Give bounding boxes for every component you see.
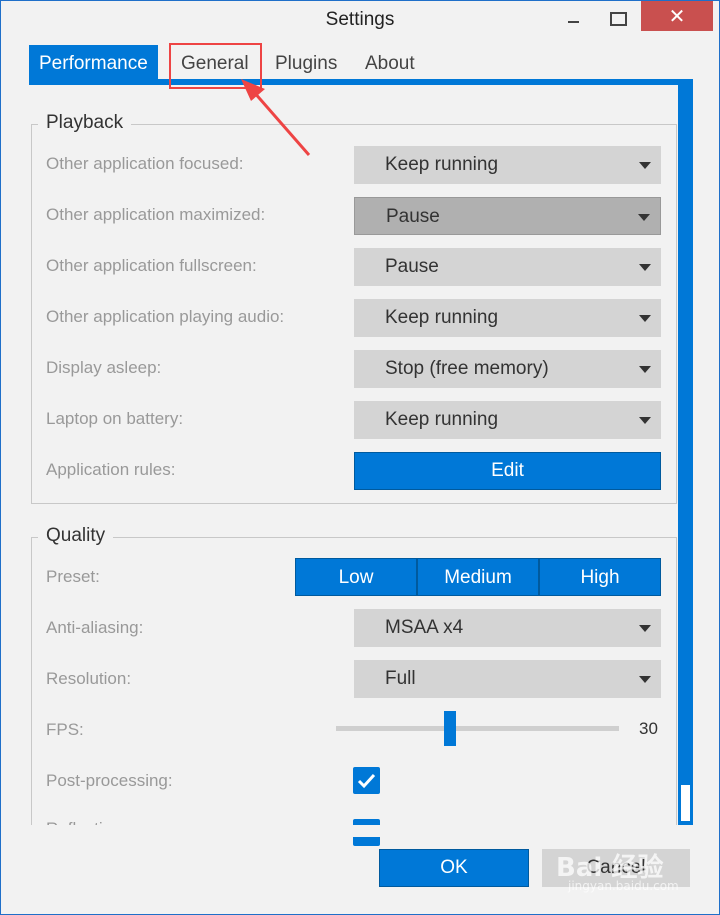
tab-about[interactable]: About — [365, 45, 415, 83]
dropdown-value: Stop (free memory) — [385, 358, 549, 379]
title-bar: Settings ✕ — [1, 1, 719, 39]
minimize-button[interactable] — [554, 1, 594, 31]
dropdown-value: Keep running — [385, 154, 499, 175]
postprocessing-checkbox[interactable] — [353, 767, 380, 794]
scrollbar-thumb[interactable] — [681, 785, 690, 821]
annotation-arrow-icon — [241, 79, 311, 156]
audio-dropdown[interactable]: Keep running — [354, 299, 661, 337]
chevron-down-icon — [639, 676, 651, 683]
close-icon: ✕ — [668, 4, 686, 28]
fullscreen-dropdown[interactable]: Pause — [354, 248, 661, 286]
battery-label: Laptop on battery: — [46, 409, 184, 428]
display-asleep-label: Display asleep: — [46, 358, 162, 377]
fps-value: 30 — [639, 719, 658, 738]
resolution-label: Resolution: — [46, 669, 132, 688]
chevron-down-icon — [639, 315, 651, 322]
maximized-dropdown[interactable]: Pause — [354, 197, 661, 235]
settings-window: Settings ✕ Performance General Plugins A… — [0, 0, 720, 915]
focused-dropdown[interactable]: Keep running — [354, 146, 661, 184]
dropdown-value: Pause — [385, 256, 439, 277]
maximize-icon — [610, 12, 627, 26]
chevron-down-icon — [638, 214, 650, 221]
chevron-down-icon — [639, 417, 651, 424]
fps-slider-track[interactable] — [336, 726, 619, 731]
preset-medium-button[interactable]: Medium — [417, 558, 539, 596]
resolution-dropdown[interactable]: Full — [354, 660, 661, 698]
preset-high-button[interactable]: High — [539, 558, 661, 596]
postprocessing-label: Post-processing: — [46, 771, 173, 790]
dropdown-value: Keep running — [385, 409, 499, 430]
dropdown-value: Keep running — [385, 307, 499, 328]
dropdown-value: Full — [385, 668, 416, 689]
close-button[interactable]: ✕ — [641, 1, 713, 31]
fps-slider-thumb[interactable] — [444, 711, 456, 746]
preset-segmented-control: Low Medium High — [295, 558, 661, 596]
application-rules-label: Application rules: — [46, 460, 176, 479]
edit-rules-button[interactable]: Edit — [354, 452, 661, 490]
fullscreen-label: Other application fullscreen: — [46, 256, 257, 275]
audio-label: Other application playing audio: — [46, 307, 285, 326]
chevron-down-icon — [639, 366, 651, 373]
dropdown-value: MSAA x4 — [385, 617, 464, 638]
minimize-icon — [568, 21, 579, 23]
check-icon — [357, 773, 376, 789]
antialiasing-dropdown[interactable]: MSAA x4 — [354, 609, 661, 647]
battery-dropdown[interactable]: Keep running — [354, 401, 661, 439]
maximized-label: Other application maximized: — [46, 205, 266, 224]
quality-title: Quality — [38, 525, 114, 547]
tab-underline — [29, 79, 693, 85]
chevron-down-icon — [639, 162, 651, 169]
dropdown-value: Pause — [386, 206, 440, 227]
tab-strip: Performance General Plugins About — [29, 45, 720, 83]
watermark-url: jingyan.baidu.com — [568, 879, 679, 893]
focused-label: Other application focused: — [46, 154, 244, 173]
display-asleep-dropdown[interactable]: Stop (free memory) — [354, 350, 661, 388]
viewport-clip — [31, 825, 677, 837]
tab-performance[interactable]: Performance — [29, 45, 158, 83]
vertical-scrollbar[interactable] — [678, 79, 693, 825]
chevron-down-icon — [639, 625, 651, 632]
preset-low-button[interactable]: Low — [295, 558, 417, 596]
playback-title: Playback — [38, 112, 132, 134]
fps-label: FPS: — [46, 720, 84, 739]
antialiasing-label: Anti-aliasing: — [46, 618, 144, 637]
maximize-button[interactable] — [598, 1, 638, 31]
ok-button[interactable]: OK — [379, 849, 529, 887]
chevron-down-icon — [639, 264, 651, 271]
preset-label: Preset: — [46, 567, 100, 586]
